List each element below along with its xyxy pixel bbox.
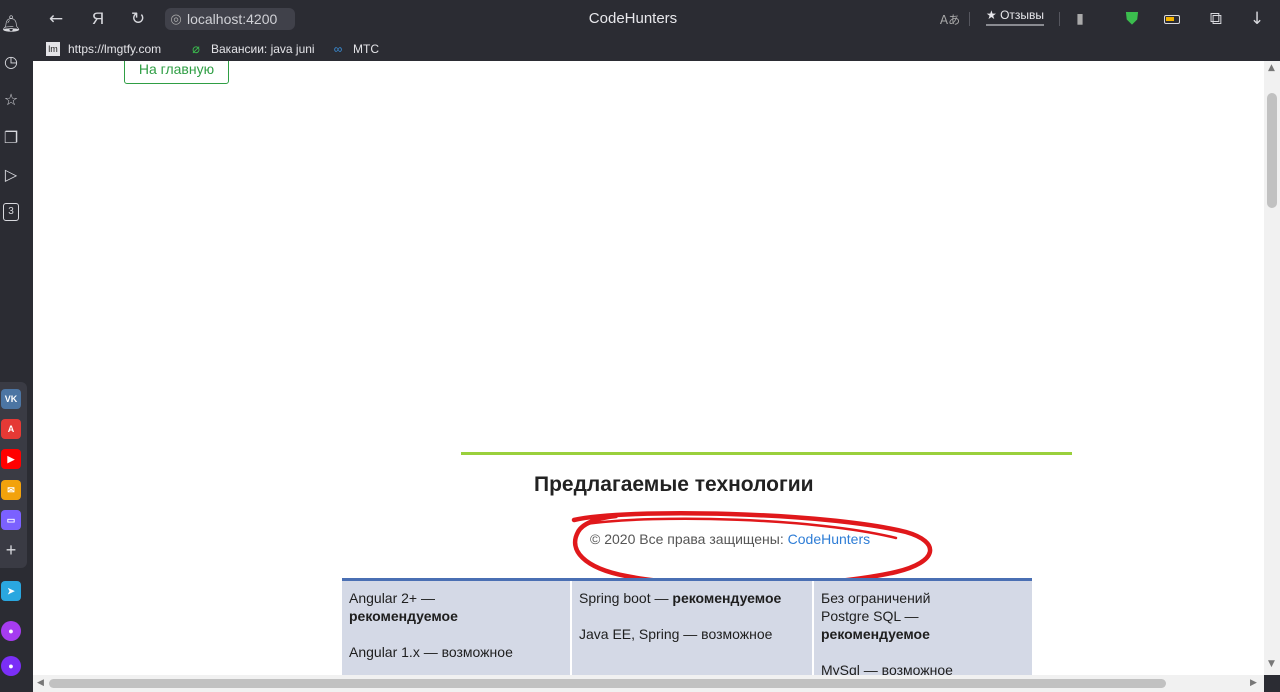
vk-app-icon[interactable]: VK (1, 389, 21, 409)
tech-table: Angular 2+ — рекомендуемое Angular 1.x —… (342, 578, 1032, 675)
tab-title: CodeHunters (588, 10, 678, 27)
copyright-footer: © 2020 Все права защищены: CodeHunters (590, 531, 870, 547)
address-bar[interactable]: ◎ localhost:4200 (165, 8, 295, 30)
send-app-icon[interactable]: ➤ (1, 581, 21, 601)
favorites-star-icon[interactable]: ☆ (0, 88, 22, 110)
messenger-app-icon[interactable]: ▭ (1, 510, 21, 530)
add-app-icon[interactable]: + (1, 540, 21, 560)
scroll-down-icon[interactable]: ▼ (1268, 659, 1275, 669)
codehunters-link[interactable]: CodeHunters (788, 531, 871, 547)
scroll-right-icon[interactable]: ▶ (1250, 678, 1257, 688)
scroll-up-icon[interactable]: ▲ (1268, 63, 1275, 73)
tabs-count-icon[interactable]: 3 (0, 201, 22, 223)
vertical-scrollbar[interactable]: ▲ ▼ (1264, 61, 1280, 675)
vertical-scroll-thumb[interactable] (1267, 93, 1277, 208)
springboot-label: Spring boot — (579, 590, 673, 606)
alice-app-icon[interactable]: ● (1, 621, 21, 641)
recommended-label: рекомендуемое (821, 626, 930, 642)
page-viewport: На главную Предлагаемые технологии © 202… (33, 61, 1264, 675)
yandex-logo-icon[interactable]: Я (87, 8, 109, 30)
browser-sidebar: 🔔︎ ◷ ☆ ❐ ▷ 3 VK A ▶ ✉ ▭ + ➤ ● ● (0, 0, 33, 692)
globe-icon: ◎ (170, 11, 182, 27)
angular2-label: Angular 2+ — (349, 590, 435, 606)
toolbar-separator (1059, 12, 1060, 26)
angular1-label: Angular 1.x — возможное (349, 644, 513, 660)
home-button[interactable]: На главную (124, 61, 229, 84)
lmgtfy-icon: lm (46, 42, 60, 56)
mail-app-icon[interactable]: ✉ (1, 480, 21, 500)
sidebar-apps-tray: VK A ▶ ✉ ▭ + (0, 382, 27, 568)
youtube-app-icon[interactable]: ▶ (1, 449, 21, 469)
assistant-app-icon[interactable]: ● (1, 656, 21, 676)
horizontal-scroll-thumb[interactable] (49, 679, 1166, 688)
collections-toolbar-icon[interactable]: ⧉ (1205, 8, 1227, 30)
tech-section-title: Предлагаемые технологии (534, 473, 814, 496)
downloads-icon[interactable]: ↓ (1246, 8, 1268, 30)
reload-icon[interactable]: ↻ (127, 8, 149, 30)
mysql-label: MySql — возможное (821, 662, 953, 675)
mts-icon: ∞ (333, 42, 343, 56)
no-limits-label: Без ограничений (821, 590, 931, 606)
recommended-label: рекомендуемое (349, 608, 458, 624)
media-play-icon[interactable]: ▷ (0, 163, 22, 185)
back-arrow-icon[interactable]: ← (45, 8, 67, 30)
reviews-button[interactable]: ★ Отзывы (986, 8, 1045, 26)
bookmark-item[interactable]: lm https://lmgtfy.com (46, 42, 161, 56)
toolbar-separator (969, 12, 970, 26)
protect-shield-icon[interactable]: ⛊ (1121, 8, 1143, 30)
bookmark-label: МТС (353, 42, 379, 56)
battery-icon[interactable] (1161, 8, 1183, 30)
notifications-bell-icon[interactable]: 🔔︎ (0, 12, 22, 34)
database-column: Без ограничений Postgre SQL — рекомендуе… (814, 581, 1032, 675)
paperclip-icon: ⌀ (192, 42, 200, 56)
address-url[interactable]: localhost:4200 (187, 11, 277, 27)
horizontal-scrollbar[interactable]: ◀ ▶ (33, 675, 1264, 692)
browser-toolbar: ← Я ↻ ◎ localhost:4200 CodeHunters Aあ ★ … (33, 0, 1280, 38)
javaee-label: Java EE, Spring — возможное (579, 626, 773, 642)
postgre-label: Postgre SQL — (821, 608, 919, 624)
recommended-label: рекомендуемое (672, 590, 782, 606)
translate-app-icon[interactable]: A (1, 419, 21, 439)
frontend-column: Angular 2+ — рекомендуемое Angular 1.x —… (342, 581, 572, 675)
bookmark-label: https://lmgtfy.com (68, 42, 162, 56)
bookmark-item[interactable]: ⌀ Вакансии: java juni (189, 42, 319, 56)
copyright-text: © 2020 Все права защищены: (590, 531, 788, 547)
bookmark-label: Вакансии: java juni (211, 42, 315, 56)
collections-icon[interactable]: ❐ (0, 126, 22, 148)
section-divider (461, 452, 1072, 455)
history-clock-icon[interactable]: ◷ (0, 50, 22, 72)
translate-icon[interactable]: Aあ (939, 8, 961, 30)
tab-count: 3 (3, 203, 19, 221)
bookmark-icon[interactable]: ▮ (1069, 8, 1091, 30)
bookmark-item[interactable]: ∞ МТС (331, 42, 379, 56)
bookmarks-bar: lm https://lmgtfy.com ⌀ Вакансии: java j… (33, 38, 1280, 61)
backend-column: Spring boot — рекомендуемое Java EE, Spr… (572, 581, 814, 675)
scroll-left-icon[interactable]: ◀ (37, 678, 44, 688)
